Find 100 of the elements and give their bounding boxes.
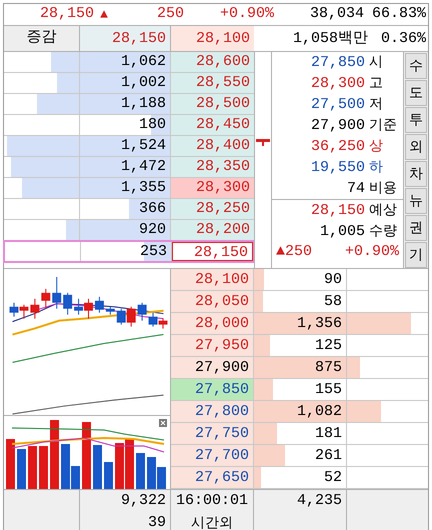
bid-price[interactable]: 28,000 bbox=[171, 313, 254, 334]
bid-volume: 52 bbox=[324, 469, 342, 486]
candle bbox=[94, 296, 104, 314]
info-value: 36,250 bbox=[310, 137, 365, 157]
ask-volume: 920 bbox=[138, 221, 166, 238]
current-price: 28,150 bbox=[38, 4, 94, 24]
bid-volume: 1,356 bbox=[296, 315, 342, 332]
ask-volume: 1,002 bbox=[120, 74, 166, 91]
ask-volume: 1,472 bbox=[120, 158, 166, 175]
candle bbox=[63, 292, 72, 316]
bid-volume: 181 bbox=[314, 425, 342, 442]
bid-price[interactable]: 28,050 bbox=[171, 291, 254, 312]
ask-price[interactable]: 28,150 bbox=[172, 242, 253, 261]
candle bbox=[19, 304, 28, 320]
bid-price[interactable]: 27,700 bbox=[171, 445, 254, 466]
ask-volume: 1,524 bbox=[120, 137, 166, 154]
trade-amount: 1,058백만 bbox=[292, 29, 368, 49]
turnover-rate: 0.36% bbox=[380, 29, 427, 49]
bid-price[interactable]: 27,850 bbox=[171, 379, 254, 400]
ask-volume: 1,188 bbox=[120, 95, 166, 112]
ask-volume: 1,062 bbox=[120, 53, 166, 70]
candle bbox=[106, 306, 115, 316]
volume-bar bbox=[93, 445, 102, 489]
side-tab-button[interactable]: 도 bbox=[405, 80, 427, 106]
candle bbox=[158, 318, 168, 330]
volume-bar bbox=[28, 446, 37, 489]
candle bbox=[74, 298, 84, 316]
side-tab-button[interactable]: 기 bbox=[405, 242, 427, 268]
ask-price[interactable]: 28,250 bbox=[171, 199, 254, 219]
candle bbox=[138, 302, 147, 322]
side-tab-button[interactable]: 권 bbox=[405, 215, 427, 241]
bid-price[interactable]: 27,900 bbox=[171, 357, 254, 378]
ask-volume: 180 bbox=[138, 116, 166, 133]
bid-price[interactable]: 27,950 bbox=[171, 335, 254, 356]
change-value: ▲250 bbox=[276, 242, 312, 262]
bid-price[interactable]: 28,100 bbox=[171, 269, 254, 290]
ask-volume: 1,355 bbox=[120, 179, 166, 196]
ask-price[interactable]: 28,400 bbox=[171, 136, 254, 156]
best-bid-price: 28,100 bbox=[171, 26, 254, 51]
ask-count: 39 bbox=[148, 513, 166, 530]
up-arrow-icon: ▲ bbox=[94, 4, 114, 24]
bid-price[interactable]: 27,650 bbox=[171, 467, 254, 488]
ask-price[interactable]: 28,550 bbox=[171, 73, 254, 93]
candle bbox=[41, 288, 50, 310]
total-bid-volume: 4,235 bbox=[296, 491, 342, 511]
bid-volume: 875 bbox=[314, 359, 342, 376]
candle bbox=[52, 276, 62, 310]
info-value: 19,550 bbox=[310, 158, 365, 178]
side-tab-button[interactable]: 차 bbox=[405, 161, 427, 187]
candle bbox=[84, 298, 93, 320]
trade-volume: 38,034 bbox=[308, 4, 364, 24]
volume-bar bbox=[136, 453, 145, 489]
info-value: 28,300 bbox=[310, 74, 365, 94]
volume-bar bbox=[17, 449, 26, 489]
volume-bar bbox=[104, 462, 113, 489]
info-value: 27,500 bbox=[310, 95, 365, 115]
total-ask-volume: 9,322 bbox=[120, 491, 166, 511]
ask-price[interactable]: 28,350 bbox=[171, 157, 254, 177]
info-label: 고 bbox=[369, 74, 384, 93]
bid-volume: 261 bbox=[314, 447, 342, 464]
change-rate: +0.90% bbox=[344, 242, 399, 262]
info-label: 저 bbox=[369, 95, 384, 114]
side-tab-button[interactable]: 투 bbox=[405, 107, 427, 133]
info-label: 상 bbox=[369, 137, 384, 156]
info-label: 수량 bbox=[369, 222, 398, 241]
ask-price[interactable]: 28,200 bbox=[171, 220, 254, 240]
info-label: 예상 bbox=[369, 201, 398, 220]
bid-volume: 155 bbox=[314, 381, 342, 398]
price-change: 250 bbox=[156, 4, 184, 24]
ask-price[interactable]: 28,300 bbox=[171, 178, 254, 198]
price-marker-icon bbox=[256, 137, 270, 147]
candle bbox=[148, 312, 158, 328]
bid-price[interactable]: 27,750 bbox=[171, 423, 254, 444]
volume-ratio: 66.83% bbox=[370, 4, 426, 24]
ask-price[interactable]: 28,600 bbox=[171, 52, 254, 72]
ask-price[interactable]: 28,450 bbox=[171, 115, 254, 135]
volume-bar bbox=[115, 443, 124, 489]
change-rate: +0.90% bbox=[218, 4, 274, 24]
candle bbox=[126, 306, 136, 328]
ask-volume: 366 bbox=[138, 200, 166, 217]
close-icon[interactable] bbox=[159, 419, 167, 427]
volume-bar bbox=[6, 439, 15, 489]
time-label: 16:00:01 bbox=[176, 491, 248, 511]
side-tab-button[interactable]: 수 bbox=[405, 53, 427, 79]
bid-volume: 90 bbox=[324, 271, 342, 288]
volume-bar bbox=[82, 422, 91, 489]
info-label: 비용 bbox=[369, 179, 398, 198]
info-label: 시 bbox=[369, 53, 384, 72]
info-value: 74 bbox=[346, 179, 365, 199]
info-value: 28,150 bbox=[310, 201, 365, 221]
side-tab-button[interactable]: 뉴 bbox=[405, 188, 427, 214]
best-ask-price: 28,150 bbox=[80, 26, 171, 51]
side-tab-button[interactable]: 외 bbox=[405, 134, 427, 160]
bid-price[interactable]: 27,800 bbox=[171, 401, 254, 422]
change-toggle-button[interactable]: 증감 bbox=[4, 26, 80, 51]
ask-price[interactable]: 28,500 bbox=[171, 94, 254, 114]
ask-volume: 253 bbox=[140, 243, 167, 260]
info-value: 1,005 bbox=[320, 222, 365, 242]
bid-volume: 58 bbox=[324, 293, 342, 310]
info-label: 기준 bbox=[369, 116, 398, 135]
